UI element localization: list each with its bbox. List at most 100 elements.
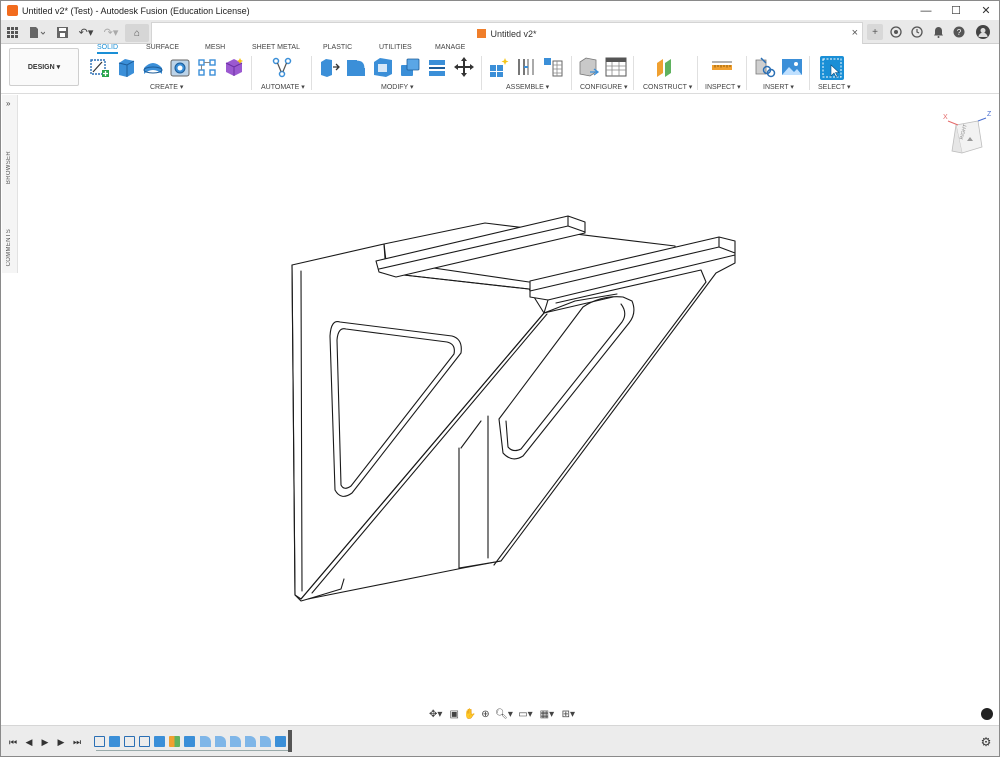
group-divider — [809, 56, 810, 90]
timeline-fillet-feature[interactable] — [245, 736, 256, 747]
notifications-icon[interactable] — [930, 24, 946, 40]
minimize-button[interactable]: — — [911, 1, 941, 20]
press-pull-icon[interactable] — [318, 56, 340, 78]
tab-manage[interactable]: MANAGE — [435, 44, 465, 51]
timeline-fillet-feature[interactable] — [215, 736, 226, 747]
configuration-table-icon[interactable] — [605, 56, 627, 78]
table-component-icon[interactable] — [542, 56, 564, 78]
tab-mesh[interactable]: MESH — [205, 44, 225, 51]
extrude-icon[interactable] — [115, 56, 137, 78]
workspace-switcher[interactable]: DESIGN ▾ — [9, 48, 79, 86]
comments-panel-toggle[interactable]: COMMENTS — [6, 229, 12, 266]
tab-plastic[interactable]: PLASTIC — [323, 44, 352, 51]
create-group-label[interactable]: CREATE ▾ — [150, 83, 183, 91]
tab-surface[interactable]: SURFACE — [146, 44, 179, 51]
insert-derive-icon[interactable] — [754, 56, 776, 78]
create-sketch-icon[interactable] — [88, 56, 110, 78]
measure-icon[interactable] — [711, 56, 733, 78]
grid-snaps-icon[interactable]: ▦▾ — [537, 707, 556, 721]
assemble-group-label[interactable]: ASSEMBLE ▾ — [506, 83, 549, 91]
split-body-icon[interactable] — [426, 56, 448, 78]
offset-plane-icon[interactable] — [654, 56, 676, 78]
zoom-window-icon[interactable]: ⊕ — [479, 707, 493, 721]
timeline-marker[interactable] — [288, 730, 292, 752]
tab-solid[interactable]: SOLID — [97, 44, 119, 54]
go-to-start-icon[interactable]: ⏮ — [7, 736, 19, 748]
step-back-icon[interactable]: ◀ — [23, 736, 35, 748]
browser-panel-toggle[interactable]: BROWSER — [6, 151, 12, 184]
timeline-extrude-feature[interactable] — [154, 736, 165, 747]
select-icon[interactable] — [820, 56, 844, 80]
job-status-icon[interactable] — [909, 24, 925, 40]
viewports-icon[interactable]: ⊞▾ — [559, 707, 578, 721]
timeline-fillet-feature[interactable] — [230, 736, 241, 747]
pan-icon[interactable]: ✋ — [463, 707, 477, 721]
fillet-icon[interactable] — [345, 56, 367, 78]
create-form-icon[interactable] — [223, 56, 245, 78]
timeline-sketch-feature[interactable] — [94, 736, 105, 747]
tab-utilities[interactable]: UTILITIES — [379, 44, 412, 51]
look-at-icon[interactable]: ▣ — [447, 707, 461, 721]
bracket-model[interactable] — [18, 95, 1000, 725]
timeline-settings-icon[interactable]: ⚙ — [980, 735, 992, 749]
timeline-sketch-feature[interactable] — [124, 736, 135, 747]
go-to-end-icon[interactable]: ⏭ — [71, 736, 83, 748]
group-divider — [633, 56, 634, 90]
comment-bubble-icon[interactable] — [981, 708, 993, 720]
title-bar: Untitled v2* (Test) - Autodesk Fusion (E… — [1, 1, 999, 20]
step-forward-icon[interactable]: ▶ — [55, 736, 67, 748]
zoom-icon[interactable]: 🔍︎▾ — [494, 707, 513, 721]
configure-group-label[interactable]: CONFIGURE ▾ — [580, 83, 627, 91]
inspect-group-label[interactable]: INSPECT ▾ — [705, 83, 741, 91]
save-icon[interactable] — [55, 24, 69, 40]
canvas-viewport[interactable]: X Z RIGHT — [18, 95, 1000, 725]
extensions-icon[interactable] — [888, 24, 904, 40]
select-group-label[interactable]: SELECT ▾ — [818, 83, 851, 91]
timeline-extrude-feature[interactable] — [184, 736, 195, 747]
help-icon[interactable]: ? — [951, 24, 967, 40]
automate-group-label[interactable]: AUTOMATE ▾ — [261, 83, 305, 91]
combine-icon[interactable] — [399, 56, 421, 78]
timeline-extrude-feature[interactable] — [109, 736, 120, 747]
automate-icon[interactable] — [271, 56, 293, 78]
viewcube[interactable]: X Z RIGHT — [938, 111, 998, 163]
play-icon[interactable]: ▶ — [39, 736, 51, 748]
timeline-chamfer-feature[interactable] — [275, 736, 286, 747]
timeline-plane-feature[interactable] — [169, 736, 180, 747]
move-copy-icon[interactable] — [453, 56, 475, 78]
timeline-fillet-feature[interactable] — [200, 736, 211, 747]
orbit-icon[interactable]: ✥▾ — [426, 707, 445, 721]
display-settings-icon[interactable]: ▭▾ — [516, 707, 535, 721]
modify-group-label[interactable]: MODIFY ▾ — [381, 83, 414, 91]
window-title: Untitled v2* (Test) - Autodesk Fusion (E… — [22, 5, 250, 16]
app-grid-icon[interactable] — [5, 24, 19, 40]
undo-icon[interactable]: ↶▾ — [76, 24, 96, 40]
file-menu-icon[interactable] — [27, 24, 47, 40]
insert-canvas-icon[interactable] — [781, 56, 803, 78]
home-icon[interactable]: ⌂ — [125, 24, 149, 42]
group-divider — [311, 56, 312, 90]
user-avatar[interactable] — [975, 24, 991, 40]
redo-icon[interactable]: ↷▾ — [101, 24, 121, 40]
maximize-button[interactable]: ☐ — [941, 1, 971, 20]
timeline-fillet-feature[interactable] — [260, 736, 271, 747]
tab-sheet-metal[interactable]: SHEET METAL — [252, 44, 300, 51]
joint-icon[interactable] — [515, 56, 537, 78]
hole-icon[interactable] — [169, 56, 191, 78]
timeline-sketch-feature[interactable] — [139, 736, 150, 747]
new-component-icon[interactable] — [488, 56, 510, 78]
close-window-button[interactable]: ✕ — [971, 1, 999, 20]
configure-icon[interactable] — [578, 56, 600, 78]
expand-panel-icon[interactable]: » — [6, 99, 10, 108]
construct-group-label[interactable]: CONSTRUCT ▾ — [643, 83, 692, 91]
document-tab[interactable]: Untitled v2* × — [151, 22, 863, 44]
viewcube-axis-x: X — [943, 114, 948, 121]
revolve-icon[interactable] — [142, 56, 164, 78]
close-tab-icon[interactable]: × — [852, 27, 858, 39]
timeline: ⏮ ◀ ▶ ▶ ⏭ ⚙ — [1, 725, 999, 756]
pattern-icon[interactable] — [196, 56, 218, 78]
shell-icon[interactable] — [372, 56, 394, 78]
group-divider — [571, 56, 572, 90]
new-tab-icon[interactable]: + — [867, 24, 883, 40]
insert-group-label[interactable]: INSERT ▾ — [763, 83, 794, 91]
